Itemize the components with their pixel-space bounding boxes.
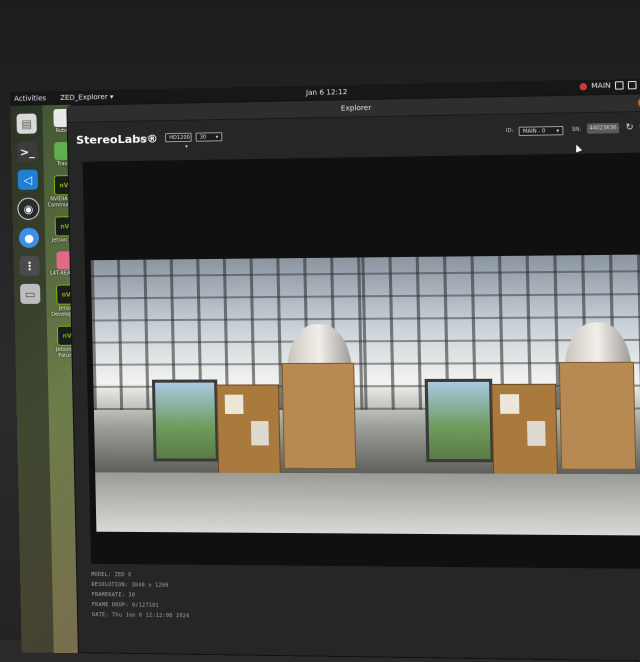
camera-id-value: MAIN - 0	[523, 128, 546, 135]
record-icon	[579, 82, 587, 89]
camera-id-select[interactable]: MAIN - 0 ▾	[519, 126, 564, 136]
chevron-down-icon: ▾	[216, 133, 219, 142]
video-viewer[interactable]	[83, 153, 640, 569]
network-icon	[615, 81, 624, 89]
app-grid-icon[interactable]: ⋮	[19, 256, 39, 276]
fps-value: 30	[200, 134, 207, 140]
system-tray[interactable]: MAIN	[579, 81, 640, 91]
resolution-value: HD1200	[169, 135, 190, 141]
window-title: Explorer	[341, 104, 372, 113]
chromium-icon[interactable]: ●	[19, 228, 39, 248]
mouse-cursor	[573, 143, 582, 152]
explorer-window: Explorer × StereoLabs® LIVE HD1200▾ 30▾ …	[66, 93, 640, 662]
id-label: ID:	[506, 128, 514, 134]
clock[interactable]: Jan 6 12:12	[306, 88, 348, 97]
left-camera-image	[91, 257, 367, 533]
obs-icon[interactable]: ◉	[17, 198, 39, 220]
camera-info-panel: MODEL: ZED X RESOLUTION: 3840 x 1200 FRA…	[91, 570, 189, 622]
vscode-icon[interactable]: ◁	[18, 170, 38, 190]
volume-icon	[628, 81, 637, 89]
right-camera-image	[361, 255, 640, 536]
chevron-down-icon: ▾	[556, 127, 559, 136]
network-label: MAIN	[591, 81, 611, 90]
resolution-select[interactable]: HD1200▾	[165, 133, 192, 143]
date-info: DATE: Thu Jan 6 12:12:08 2024	[92, 610, 190, 621]
live-label: LIVE	[139, 136, 152, 142]
fps-select[interactable]: 30 ▾	[196, 132, 223, 142]
chevron-down-icon: ▾	[185, 143, 188, 152]
activities-button[interactable]: Activities	[14, 94, 46, 103]
app-menu[interactable]: ZED_Explorer ▾	[60, 93, 114, 102]
desktop-screen: Activities ZED_Explorer ▾ Jan 6 12:12 MA…	[10, 78, 640, 661]
sn-label: SN:	[572, 127, 581, 133]
stereo-video-feed	[91, 255, 640, 536]
serial-number-field[interactable]: 44023636	[587, 123, 619, 134]
refresh-icon[interactable]: ↻	[625, 123, 636, 134]
terminal-icon[interactable]: >_	[17, 142, 37, 162]
disk-icon[interactable]: ▭	[20, 284, 40, 304]
files-icon[interactable]: ▤	[16, 113, 36, 133]
